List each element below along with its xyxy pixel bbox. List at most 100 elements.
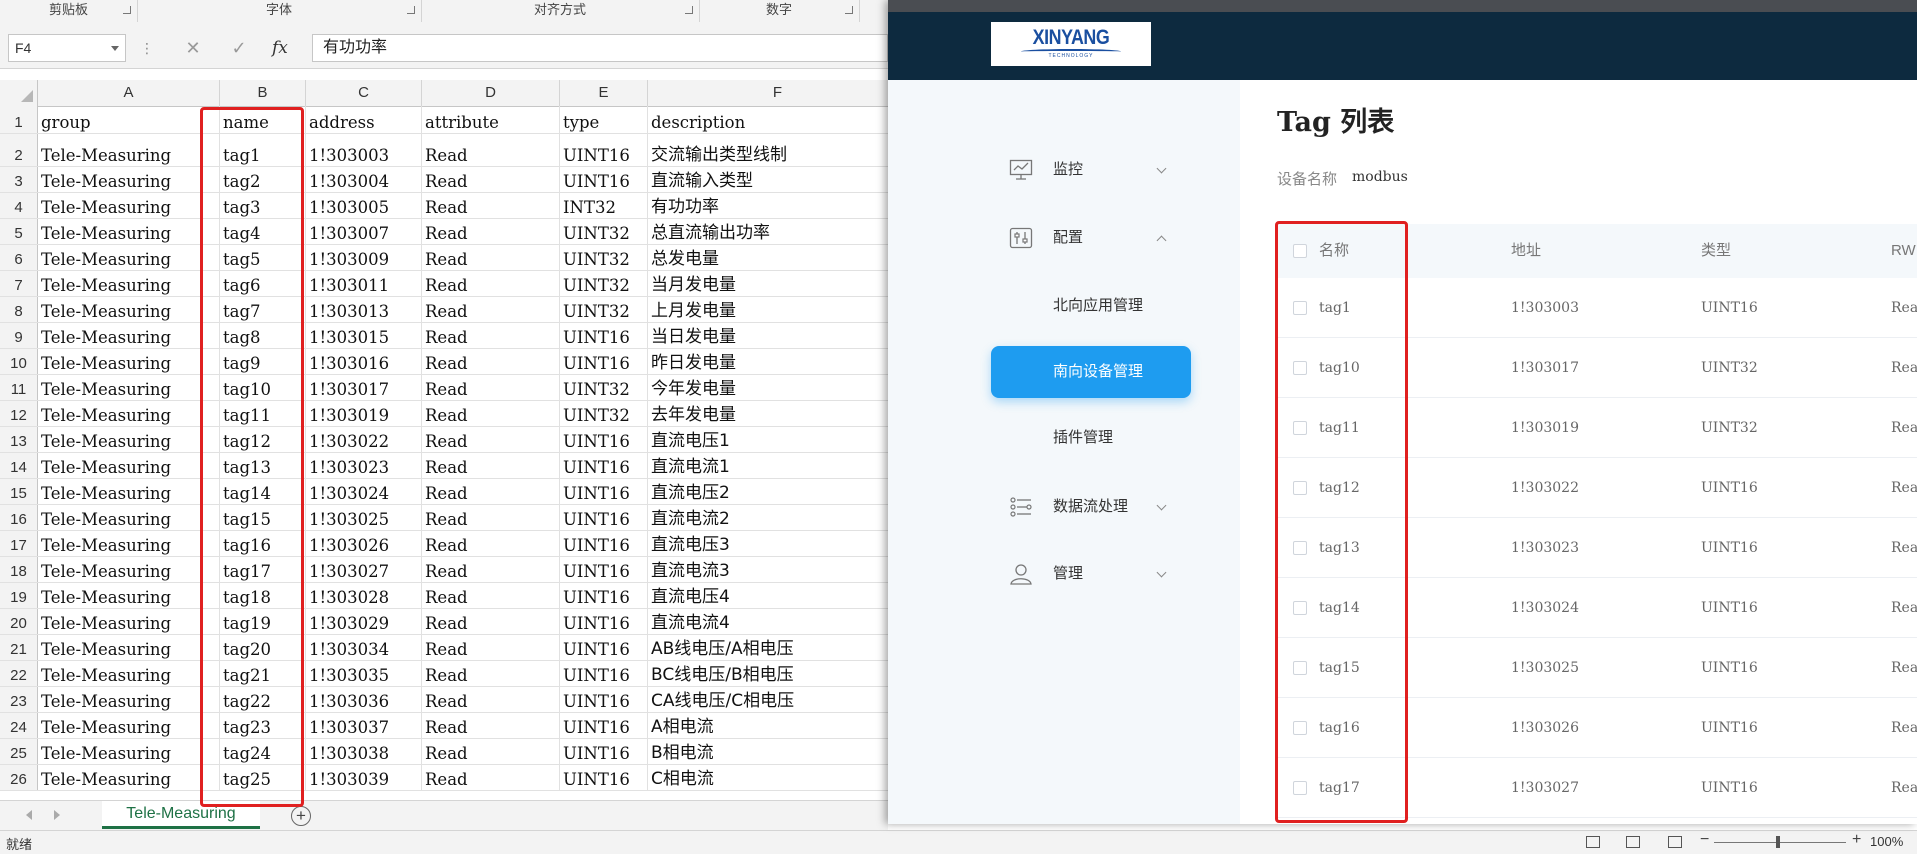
cell-b-2[interactable]: tag1	[220, 134, 306, 166]
cell-e-4[interactable]: INT32	[560, 193, 648, 218]
cell-b-16[interactable]: tag15	[220, 505, 306, 530]
cell-b-24[interactable]: tag23	[220, 713, 306, 738]
row-header[interactable]: 10	[0, 349, 38, 374]
column-header-address[interactable]: 地址	[1511, 224, 1541, 278]
row-header[interactable]: 18	[0, 557, 38, 582]
cell-b-15[interactable]: tag14	[220, 479, 306, 504]
cell-f-4[interactable]: 有功功率	[648, 193, 888, 218]
zoom-in-button[interactable]: +	[1852, 831, 1861, 849]
cell-d-24[interactable]: Read	[422, 713, 560, 738]
cell-a-4[interactable]: Tele-Measuring	[38, 193, 220, 218]
row-checkbox[interactable]	[1293, 601, 1307, 615]
dialog-launcher-icon[interactable]	[845, 6, 853, 14]
cell-a-20[interactable]: Tele-Measuring	[38, 609, 220, 634]
column-header-c[interactable]: C	[306, 80, 422, 106]
table-row[interactable]: tag12 1!303022 UINT16 Read	[1277, 458, 1917, 518]
table-row[interactable]: tag1 1!303003 UINT16 Read	[1277, 278, 1917, 338]
ribbon-group-alignment[interactable]: 对齐方式	[421, 0, 700, 22]
cell-c-25[interactable]: 1!303038	[306, 739, 422, 764]
cell-d-2[interactable]: Read	[422, 134, 560, 166]
row-header[interactable]: 7	[0, 271, 38, 296]
cell-e-21[interactable]: UINT16	[560, 635, 648, 660]
column-header-name[interactable]: 名称	[1319, 224, 1349, 278]
cell-c-4[interactable]: 1!303005	[306, 193, 422, 218]
cell-e-1[interactable]: type	[560, 106, 648, 133]
cell-f-14[interactable]: 直流电流1	[648, 453, 888, 478]
cell-e-2[interactable]: UINT16	[560, 134, 648, 166]
cell-a-13[interactable]: Tele-Measuring	[38, 427, 220, 452]
row-header[interactable]: 11	[0, 375, 38, 400]
column-header-e[interactable]: E	[560, 80, 648, 106]
cell-a-9[interactable]: Tele-Measuring	[38, 323, 220, 348]
subnav-northbound-apps[interactable]: 北向应用管理	[991, 280, 1191, 332]
cell-f-3[interactable]: 直流输入类型	[648, 167, 888, 192]
sidebar-item-monitor[interactable]: 监控	[991, 145, 1191, 195]
row-header[interactable]: 22	[0, 661, 38, 686]
zoom-slider-thumb[interactable]	[1776, 836, 1780, 848]
row-checkbox[interactable]	[1293, 361, 1307, 375]
cell-a-24[interactable]: Tele-Measuring	[38, 713, 220, 738]
cell-c-16[interactable]: 1!303025	[306, 505, 422, 530]
row-header[interactable]: 19	[0, 583, 38, 608]
row-header[interactable]: 26	[0, 765, 38, 790]
row-header[interactable]: 2	[0, 134, 38, 166]
cell-b-23[interactable]: tag22	[220, 687, 306, 712]
cell-c-1[interactable]: address	[306, 106, 422, 133]
cell-e-16[interactable]: UINT16	[560, 505, 648, 530]
cell-e-13[interactable]: UINT16	[560, 427, 648, 452]
enter-icon[interactable]: ✓	[226, 34, 252, 62]
cell-f-22[interactable]: BC线电压/B相电压	[648, 661, 888, 686]
column-header-f[interactable]: F	[648, 80, 888, 106]
row-checkbox[interactable]	[1293, 421, 1307, 435]
cell-c-19[interactable]: 1!303028	[306, 583, 422, 608]
cell-a-1[interactable]: group	[38, 106, 220, 133]
row-header[interactable]: 23	[0, 687, 38, 712]
cell-a-17[interactable]: Tele-Measuring	[38, 531, 220, 556]
row-checkbox[interactable]	[1293, 661, 1307, 675]
dialog-launcher-icon[interactable]	[685, 6, 693, 14]
row-header[interactable]: 4	[0, 193, 38, 218]
cell-d-11[interactable]: Read	[422, 375, 560, 400]
table-row[interactable]: tag13 1!303023 UINT16 Read	[1277, 518, 1917, 578]
cell-c-26[interactable]: 1!303039	[306, 765, 422, 790]
subnav-plugins[interactable]: 插件管理	[991, 412, 1191, 464]
row-header[interactable]: 13	[0, 427, 38, 452]
cell-a-10[interactable]: Tele-Measuring	[38, 349, 220, 374]
chevron-down-icon[interactable]	[111, 46, 119, 51]
name-box[interactable]: F4	[8, 34, 126, 62]
row-checkbox[interactable]	[1293, 781, 1307, 795]
subnav-southbound-devices[interactable]: 南向设备管理	[991, 346, 1191, 398]
column-header-rw[interactable]: RW	[1891, 224, 1916, 278]
normal-view-icon[interactable]	[1586, 836, 1600, 848]
cell-e-17[interactable]: UINT16	[560, 531, 648, 556]
cell-c-23[interactable]: 1!303036	[306, 687, 422, 712]
row-checkbox[interactable]	[1293, 301, 1307, 315]
cell-c-7[interactable]: 1!303011	[306, 271, 422, 296]
cell-a-3[interactable]: Tele-Measuring	[38, 167, 220, 192]
cell-f-8[interactable]: 上月发电量	[648, 297, 888, 322]
row-header[interactable]: 20	[0, 609, 38, 634]
cell-b-22[interactable]: tag21	[220, 661, 306, 686]
table-row[interactable]: tag11 1!303019 UINT32 Read	[1277, 398, 1917, 458]
cell-d-5[interactable]: Read	[422, 219, 560, 244]
cell-c-13[interactable]: 1!303022	[306, 427, 422, 452]
cell-d-22[interactable]: Read	[422, 661, 560, 686]
zoom-slider-track[interactable]	[1714, 842, 1846, 843]
cell-f-13[interactable]: 直流电压1	[648, 427, 888, 452]
cell-f-10[interactable]: 昨日发电量	[648, 349, 888, 374]
cell-e-23[interactable]: UINT16	[560, 687, 648, 712]
table-row[interactable]: tag17 1!303027 UINT16 Read	[1277, 758, 1917, 818]
dialog-launcher-icon[interactable]	[123, 6, 131, 14]
cell-e-5[interactable]: UINT32	[560, 219, 648, 244]
zoom-out-button[interactable]: −	[1700, 831, 1709, 849]
cell-d-19[interactable]: Read	[422, 583, 560, 608]
add-sheet-button[interactable]: +	[291, 806, 311, 826]
table-row[interactable]: tag15 1!303025 UINT16 Read	[1277, 638, 1917, 698]
cell-a-19[interactable]: Tele-Measuring	[38, 583, 220, 608]
cell-b-8[interactable]: tag7	[220, 297, 306, 322]
row-header[interactable]: 24	[0, 713, 38, 738]
cell-f-21[interactable]: AB线电压/A相电压	[648, 635, 888, 660]
column-header-d[interactable]: D	[422, 80, 560, 106]
cell-d-4[interactable]: Read	[422, 193, 560, 218]
cell-b-17[interactable]: tag16	[220, 531, 306, 556]
